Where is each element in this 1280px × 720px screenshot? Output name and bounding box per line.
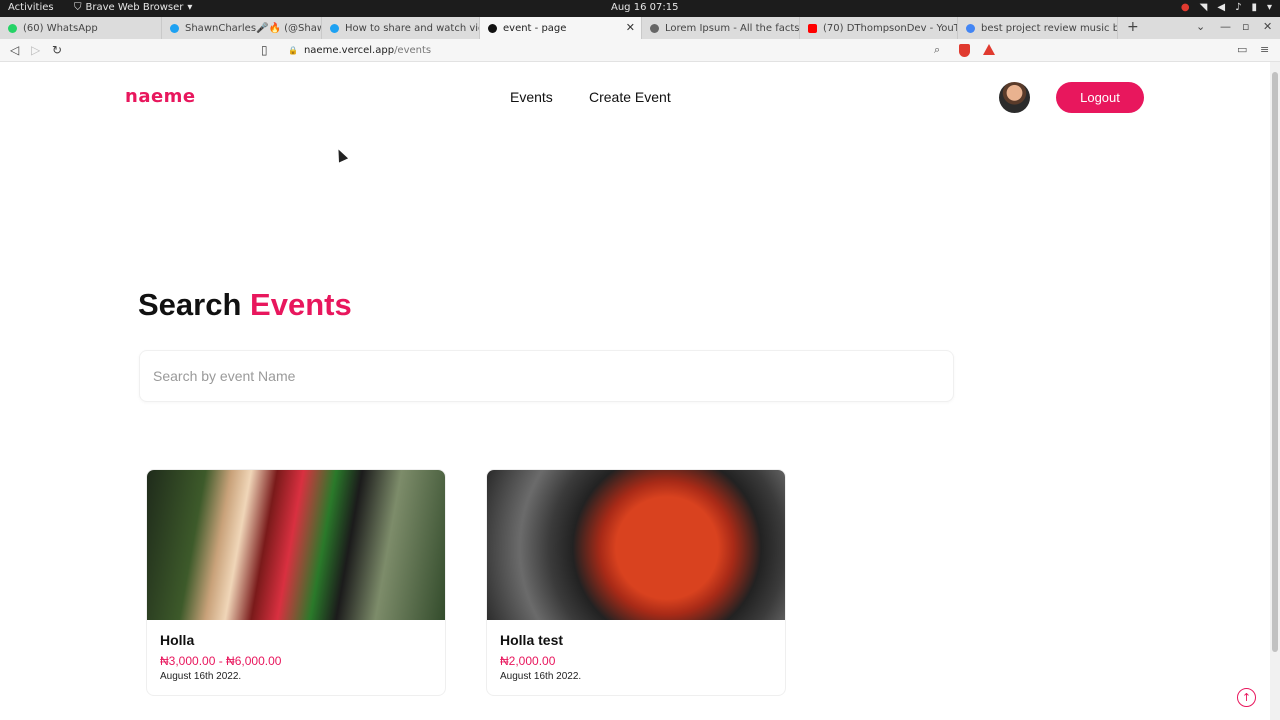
app-menu[interactable]: ⛉ Brave Web Browser ▾	[74, 2, 192, 13]
minimize-icon[interactable]: —	[1220, 20, 1231, 33]
scroll-to-top-icon[interactable]: ↑	[1237, 688, 1256, 707]
system-top-bar: Activities ⛉ Brave Web Browser ▾ Aug 16 …	[0, 0, 1280, 17]
event-image	[487, 470, 785, 620]
google-icon	[966, 23, 975, 33]
chevron-down-icon: ▾	[187, 2, 193, 13]
event-card[interactable]: Holla ₦3,000.00 - ₦6,000.00 August 16th …	[146, 469, 446, 696]
microphone-icon: ♪	[1235, 2, 1242, 13]
tab-youtube[interactable]: (70) DThompsonDev - YouTub	[800, 17, 958, 39]
battery-icon: ▮	[1251, 2, 1257, 13]
system-tray[interactable]: ● ◥ ◀ ♪ ▮ ▾	[1181, 1, 1272, 15]
tab-event-page[interactable]: event - page ✕	[480, 17, 642, 39]
vercel-icon	[488, 23, 497, 33]
page-scrollbar[interactable]	[1270, 62, 1280, 720]
brave-shield-icon[interactable]	[959, 44, 970, 57]
user-avatar[interactable]	[999, 82, 1030, 113]
scrollbar-thumb[interactable]	[1272, 72, 1278, 652]
tab-list-icon[interactable]: ⌄	[1196, 20, 1205, 33]
youtube-icon	[808, 23, 817, 33]
lock-icon: 🔒	[288, 46, 298, 55]
tab-label: (60) WhatsApp	[23, 22, 98, 34]
tab-label: How to share and watch vide	[345, 22, 480, 34]
tab-twitter-video[interactable]: How to share and watch vide	[322, 17, 480, 39]
web-page: naeme Events Create Event Logout Search …	[0, 62, 1270, 720]
address-bar: ◁ ▷ ↻ ▯ 🔒 naeme.vercel.app/events ⌕ ▭ ≡	[0, 39, 1280, 62]
power-menu-icon: ▾	[1266, 2, 1272, 13]
tab-google-search[interactable]: best project review music bac	[958, 17, 1118, 39]
system-clock[interactable]: Aug 16 07:15	[611, 2, 678, 13]
event-date: August 16th 2022.	[500, 671, 582, 682]
forward-icon[interactable]: ▷	[31, 43, 40, 57]
app-name-label: Brave Web Browser	[85, 2, 184, 13]
new-tab-icon[interactable]: +	[1127, 19, 1139, 35]
tab-label: Lorem Ipsum - All the facts - L	[665, 22, 800, 34]
event-title: Holla test	[500, 632, 564, 648]
brave-app-icon: ⛉	[74, 2, 82, 13]
page-title-accent: Events	[250, 287, 352, 322]
twitter-icon	[170, 23, 179, 33]
tab-label: (70) DThompsonDev - YouTub	[823, 22, 958, 34]
tab-label: ShawnCharles🎤🔥 (@Shaw	[185, 22, 322, 34]
url-field[interactable]: 🔒 naeme.vercel.app/events	[280, 42, 950, 59]
close-tab-icon[interactable]: ✕	[626, 21, 635, 34]
event-title: Holla	[160, 632, 195, 648]
volume-icon: ◀	[1217, 2, 1226, 13]
url-host: naeme.vercel.app	[303, 45, 395, 56]
bookmark-icon[interactable]: ▯	[261, 43, 268, 57]
tab-lorem-ipsum[interactable]: Lorem Ipsum - All the facts - L	[642, 17, 800, 39]
maximize-icon[interactable]: ▫	[1242, 20, 1249, 33]
tab-label: event - page	[503, 22, 567, 34]
menu-icon[interactable]: ≡	[1260, 43, 1269, 56]
brave-rewards-icon[interactable]	[983, 44, 995, 55]
tab-whatsapp[interactable]: (60) WhatsApp	[0, 17, 162, 39]
url-path: /events	[394, 45, 432, 56]
reload-icon[interactable]: ↻	[52, 43, 62, 57]
twitter-icon	[330, 23, 339, 33]
whatsapp-icon	[8, 23, 17, 33]
wallet-icon[interactable]: ▭	[1237, 43, 1247, 56]
close-window-icon[interactable]: ✕	[1263, 20, 1272, 33]
site-logo[interactable]: naeme	[125, 86, 196, 107]
nav-events-link[interactable]: Events	[510, 89, 553, 105]
nav-create-event-link[interactable]: Create Event	[589, 89, 671, 105]
event-card[interactable]: Holla test ₦2,000.00 August 16th 2022.	[486, 469, 786, 696]
wifi-icon: ◥	[1199, 2, 1208, 13]
tab-label: best project review music bac	[981, 22, 1118, 34]
tab-twitter-profile[interactable]: ShawnCharles🎤🔥 (@Shaw	[162, 17, 322, 39]
event-price: ₦3,000.00 - ₦6,000.00	[160, 654, 282, 668]
event-search-input[interactable]	[139, 350, 954, 402]
lorem-icon	[650, 23, 659, 33]
event-price: ₦2,000.00	[500, 654, 556, 668]
zoom-icon[interactable]: ⌕	[934, 43, 940, 57]
activities-button[interactable]: Activities	[8, 2, 54, 13]
logout-button[interactable]: Logout	[1056, 82, 1144, 113]
tab-strip: (60) WhatsApp ShawnCharles🎤🔥 (@Shaw How …	[0, 17, 1280, 39]
page-title: Search Events	[138, 287, 352, 323]
back-icon[interactable]: ◁	[10, 43, 19, 57]
event-date: August 16th 2022.	[160, 671, 242, 682]
page-title-part1: Search	[138, 287, 242, 322]
mouse-cursor	[333, 147, 349, 163]
record-icon: ●	[1180, 2, 1190, 13]
event-image	[147, 470, 445, 620]
